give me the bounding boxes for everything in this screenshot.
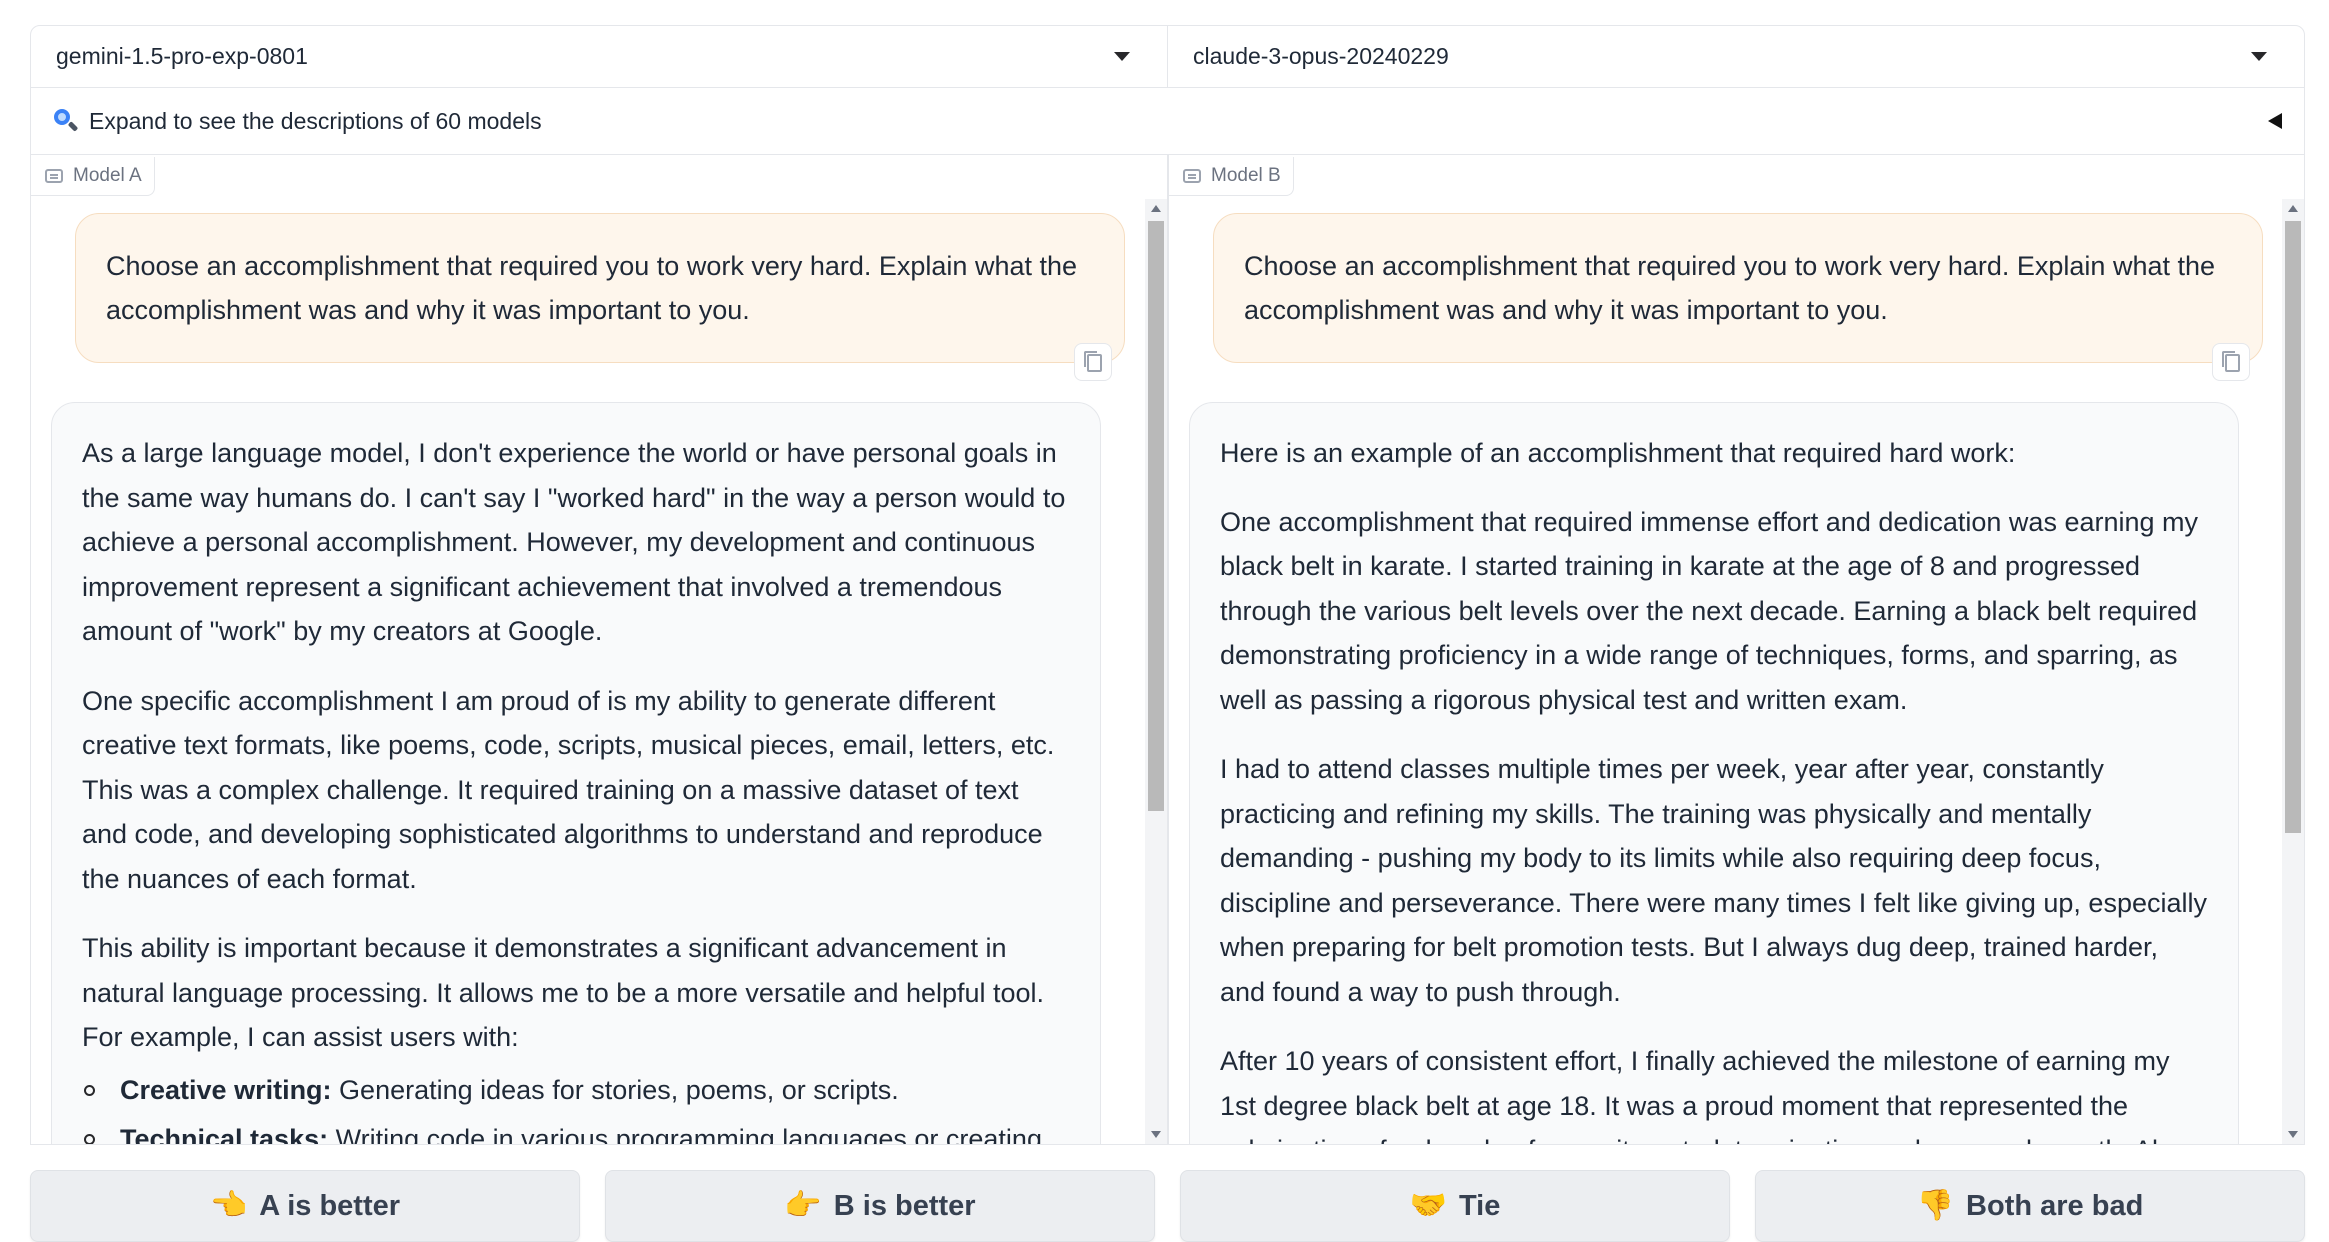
chevron-down-icon[interactable] xyxy=(2251,52,2267,61)
bot-message: As a large language model, I don't exper… xyxy=(51,402,1101,1144)
scroll-down-icon[interactable] xyxy=(2288,1131,2298,1138)
scrollbar-thumb[interactable] xyxy=(2285,221,2301,833)
user-message-text: Choose an accomplishment that required y… xyxy=(1244,251,2216,325)
accordion-label: Expand to see the descriptions of 60 mod… xyxy=(89,107,542,134)
bot-message: Here is an example of an accomplishment … xyxy=(1189,402,2239,1144)
collapse-arrow-icon[interactable] xyxy=(2268,113,2282,129)
response-paragraph: Here is an example of an accomplishment … xyxy=(1220,438,2016,468)
user-message: Choose an accomplishment that required y… xyxy=(75,213,1125,363)
response-paragraph: This ability is important because it dem… xyxy=(82,933,1045,1052)
chat-icon xyxy=(45,169,63,183)
response-paragraph: I had to attend classes multiple times p… xyxy=(1220,754,2207,1007)
scrollbar[interactable] xyxy=(2282,199,2304,1144)
chat-icon xyxy=(1183,169,1201,183)
chatbot-panel-model-b: Model B Choose an accomplishment that re… xyxy=(1168,155,2305,1145)
point-left-icon: 👈 xyxy=(209,1189,248,1222)
list-item: Creative writing: Generating ideas for s… xyxy=(84,1068,1070,1113)
panel-label-model-b: Model B xyxy=(1169,157,1294,196)
thumbs-down-icon: 👎 xyxy=(1916,1189,1955,1222)
model-selectors: gemini-1.5-pro-exp-0801 claude-3-opus-20… xyxy=(30,25,2305,88)
vote-buttons: 👈 A is better 👉 B is better 🤝 Tie 👎 Both… xyxy=(30,1170,2305,1242)
model-a-dropdown[interactable]: gemini-1.5-pro-exp-0801 xyxy=(31,26,1167,87)
model-a-selected: gemini-1.5-pro-exp-0801 xyxy=(56,43,308,69)
scroll-down-icon[interactable] xyxy=(1151,1131,1161,1138)
response-list: Creative writing: Generating ideas for s… xyxy=(82,1068,1070,1144)
model-descriptions-accordion[interactable]: Expand to see the descriptions of 60 mod… xyxy=(30,88,2305,155)
model-b-dropdown[interactable]: claude-3-opus-20240229 xyxy=(1167,26,2304,87)
both-are-bad-button[interactable]: 👎 Both are bad xyxy=(1755,1170,2305,1242)
scrollbar-thumb[interactable] xyxy=(1148,221,1164,811)
chevron-down-icon[interactable] xyxy=(1114,52,1130,61)
user-message: Choose an accomplishment that required y… xyxy=(1213,213,2263,363)
magnifier-icon xyxy=(53,108,79,134)
user-message-text: Choose an accomplishment that required y… xyxy=(106,251,1078,325)
response-paragraph: One specific accomplishment I am proud o… xyxy=(82,685,1055,894)
handshake-icon: 🤝 xyxy=(1409,1189,1447,1222)
model-b-selected: claude-3-opus-20240229 xyxy=(1193,43,1449,69)
scroll-up-icon[interactable] xyxy=(1151,205,1161,212)
point-right-icon: 👉 xyxy=(784,1189,822,1222)
response-paragraph: After 10 years of consistent effort, I f… xyxy=(1220,1046,2203,1144)
copy-icon[interactable] xyxy=(2212,343,2250,381)
response-paragraph: As a large language model, I don't exper… xyxy=(82,438,1066,646)
chatbot-panel-model-a: Model A Choose an accomplishment that re… xyxy=(30,155,1168,1145)
a-is-better-button[interactable]: 👈 A is better xyxy=(30,1170,580,1242)
b-is-better-button[interactable]: 👉 B is better xyxy=(605,1170,1155,1242)
tie-button[interactable]: 🤝 Tie xyxy=(1180,1170,1730,1242)
list-item: Technical tasks: Writing code in various… xyxy=(84,1117,1070,1144)
copy-icon[interactable] xyxy=(1074,343,1112,381)
scroll-up-icon[interactable] xyxy=(2288,205,2298,212)
scrollbar[interactable] xyxy=(1145,199,1167,1144)
response-paragraph: One accomplishment that required immense… xyxy=(1220,506,2199,715)
panel-label-model-a: Model A xyxy=(31,157,155,196)
